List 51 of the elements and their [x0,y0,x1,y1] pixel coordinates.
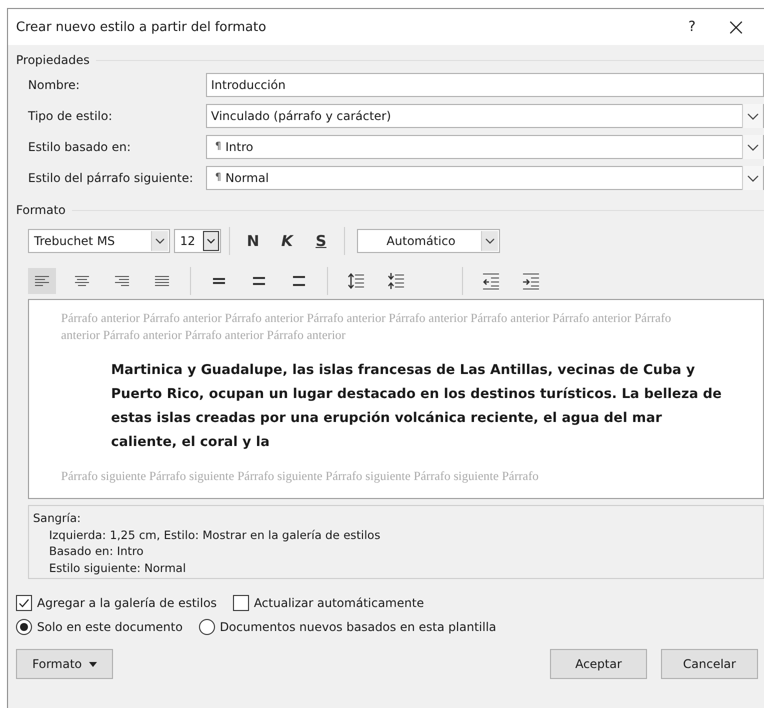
cancel-button[interactable]: Cancelar [661,649,758,679]
chevron-down-icon [151,231,168,251]
underline-button[interactable]: S [306,228,336,254]
double-spacing-icon [290,273,308,289]
caret-down-icon [88,662,97,668]
checkbox[interactable] [232,595,249,611]
window-title: Crear nuevo estilo a partir del formato [16,20,268,34]
style-dropdown[interactable]: Vinculado (párrafo y carácter) [206,104,764,128]
field-label: Estilo basado en: [28,140,132,154]
next-paragraph-text: Párrafo siguiente Párrafo siguiente Párrafo siguiente Párrafo siguiente Párrafo siguiente Párrafo [61,468,540,485]
format-menu-button[interactable]: Formato [16,649,113,679]
ok-button[interactable]: Aceptar [550,649,647,679]
field-label: Nombre: [28,78,81,92]
help-button[interactable]: ? [670,11,714,43]
checkbox-label: Actualizar automáticamente [254,596,424,610]
radio-label: Solo en este documento [37,620,183,634]
radio-button[interactable] [198,619,215,635]
description-heading: Sangría: [33,510,82,526]
sample-text: Martinica y Guadalupe, las islas francesas de Las Antillas, vecinas de Cuba y Puerto Rico, ocupan un lugar destacado en los destinos turísticos. La belleza de estas islas creadas por una erupción volcánica reciente, el agua del mar caliente, el coral y la [111,361,723,452]
indent-decrease-icon [482,272,500,290]
align-left-icon [33,273,51,289]
indent-increase-icon [522,272,540,290]
close-button[interactable]: × [714,11,758,43]
field-label: Estilo del párrafo siguiente: [28,170,194,184]
style-dropdown[interactable]: ¶ Normal [206,166,764,190]
font-dropdown[interactable]: Trebuchet MS [28,229,170,253]
italic-button[interactable]: K [272,228,302,254]
radio-label: Documentos nuevos basados en esta plantilla [220,620,496,634]
align-right-icon [113,273,131,289]
checkbox[interactable] [16,595,32,611]
bold-button[interactable]: N [238,228,268,254]
name-field[interactable]: Introducción [206,72,764,96]
chevron-down-icon [203,231,219,251]
align-center-icon [73,273,91,289]
align-left-button[interactable] [28,268,56,294]
section-label: Formato [16,203,66,217]
field-label: Tipo de estilo: [28,108,114,122]
spacing-increase-icon [347,272,365,290]
radio-button[interactable] [16,619,32,635]
previous-paragraph-text: Párrafo anterior Párrafo anterior Párrafo anterior Párrafo anterior Párrafo anterior Párrafo anterior Párrafo anterior Párrafo anterior Párrafo anterior Párrafo anterior Párrafo anterior [61,310,672,344]
section-label: Propiedades [16,53,90,67]
checkbox-label: Agregar a la galería de estilos [37,596,217,610]
spacing-decrease-icon [387,272,405,290]
justify-icon [153,273,171,289]
description-line: Basado en: Intro [48,543,145,560]
color-dropdown[interactable]: Automático [357,229,500,253]
description-line: Estilo siguiente: Normal [48,560,187,576]
description-line: Izquierda: 1,25 cm, Estilo: Mostrar en la galería de estilos [48,526,382,543]
font-size-dropdown[interactable]: 12 [174,229,221,253]
chevron-down-icon [481,231,498,251]
style-dropdown[interactable]: ¶ Intro [206,134,764,158]
